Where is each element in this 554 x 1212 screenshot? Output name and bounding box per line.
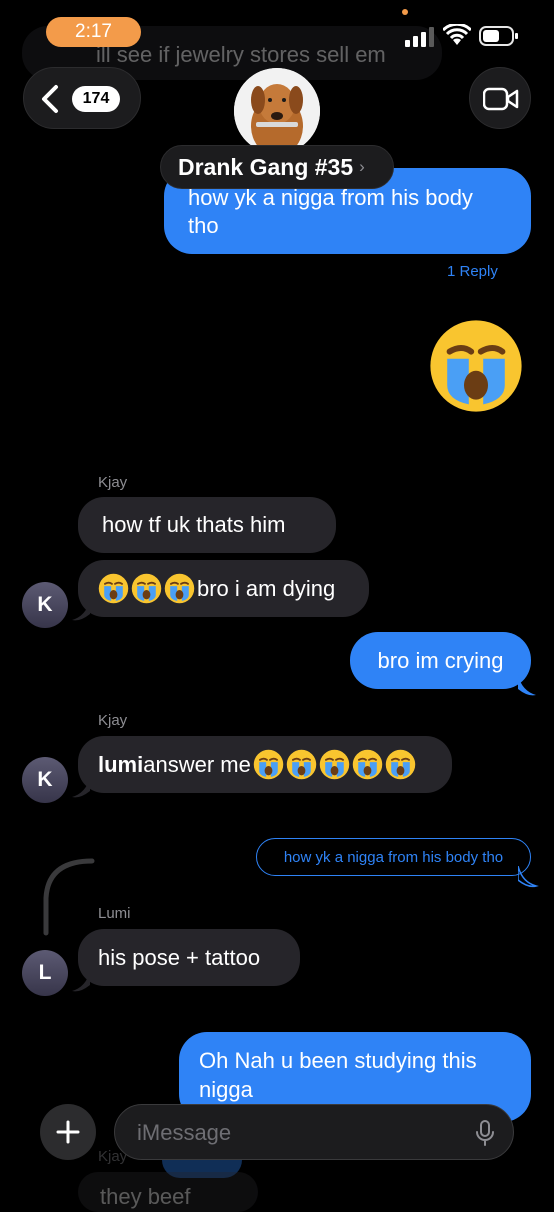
faded-message-text: ill see if jewelry stores sell em — [96, 42, 386, 67]
mention: lumi — [98, 751, 144, 777]
message-input-placeholder: iMessage — [137, 1120, 232, 1145]
crying-face-emoji-icon — [164, 573, 195, 604]
video-camera-icon — [483, 87, 519, 111]
faded-message-bottom: they beef — [78, 1172, 258, 1212]
quoted-reply-bubble[interactable]: how yk a nigga from his body tho — [256, 838, 531, 876]
crying-face-emoji-icon — [352, 749, 383, 780]
time-pill: 2:17 — [46, 17, 141, 47]
message-input[interactable]: iMessage — [114, 1104, 514, 1160]
crying-face-emoji-icon — [319, 749, 350, 780]
avatar[interactable]: K — [22, 582, 68, 628]
crying-face-emoji-icon — [385, 749, 416, 780]
group-name: Drank Gang #35 — [178, 153, 354, 180]
wifi-icon — [441, 22, 473, 46]
unread-count-badge: 174 — [72, 86, 120, 112]
crying-face-emoji-icon — [131, 573, 162, 604]
video-call-button[interactable] — [469, 67, 531, 129]
sender-name: Kjay — [98, 474, 128, 491]
chevron-right-icon: › — [359, 157, 365, 176]
group-name-pill[interactable]: Drank Gang #35 › — [160, 145, 394, 189]
crying-face-emoji-icon — [253, 749, 284, 780]
crying-face-emoji-icon — [286, 749, 317, 780]
incoming-message[interactable]: his pose + tattoo — [78, 929, 300, 986]
chevron-left-icon — [42, 85, 58, 113]
reply-count-link[interactable]: 1 Reply — [447, 263, 498, 280]
bubble-tail — [518, 675, 536, 696]
incoming-message[interactable]: bro i am dying — [78, 560, 369, 617]
crying-face-emoji-icon — [428, 318, 524, 414]
bubble-tail — [518, 866, 539, 888]
incoming-message[interactable]: lumi answer me — [78, 736, 452, 793]
outgoing-message[interactable]: bro im crying — [350, 632, 531, 689]
status-time: 2:17 — [75, 21, 112, 42]
bubble-tail — [72, 600, 90, 621]
group-avatar[interactable] — [234, 68, 320, 154]
crying-face-emoji-icon — [98, 573, 129, 604]
avatar[interactable]: K — [22, 757, 68, 803]
add-attachment-button[interactable] — [40, 1104, 96, 1160]
bubble-tail — [72, 777, 90, 798]
reply-thread-line — [43, 858, 95, 936]
back-button[interactable]: 174 — [23, 67, 141, 129]
orange-dot-indicator — [402, 9, 408, 15]
plus-icon — [56, 1120, 80, 1144]
signal-icon — [405, 27, 435, 47]
incoming-message[interactable]: how tf uk thats him — [78, 497, 336, 553]
battery-icon — [479, 26, 519, 46]
microphone-icon[interactable] — [475, 1119, 495, 1147]
bubble-tail — [72, 971, 90, 992]
avatar[interactable]: L — [22, 950, 68, 996]
dog-photo-icon — [234, 68, 320, 154]
sender-name: Kjay — [98, 712, 128, 729]
sender-name: Lumi — [98, 905, 131, 922]
